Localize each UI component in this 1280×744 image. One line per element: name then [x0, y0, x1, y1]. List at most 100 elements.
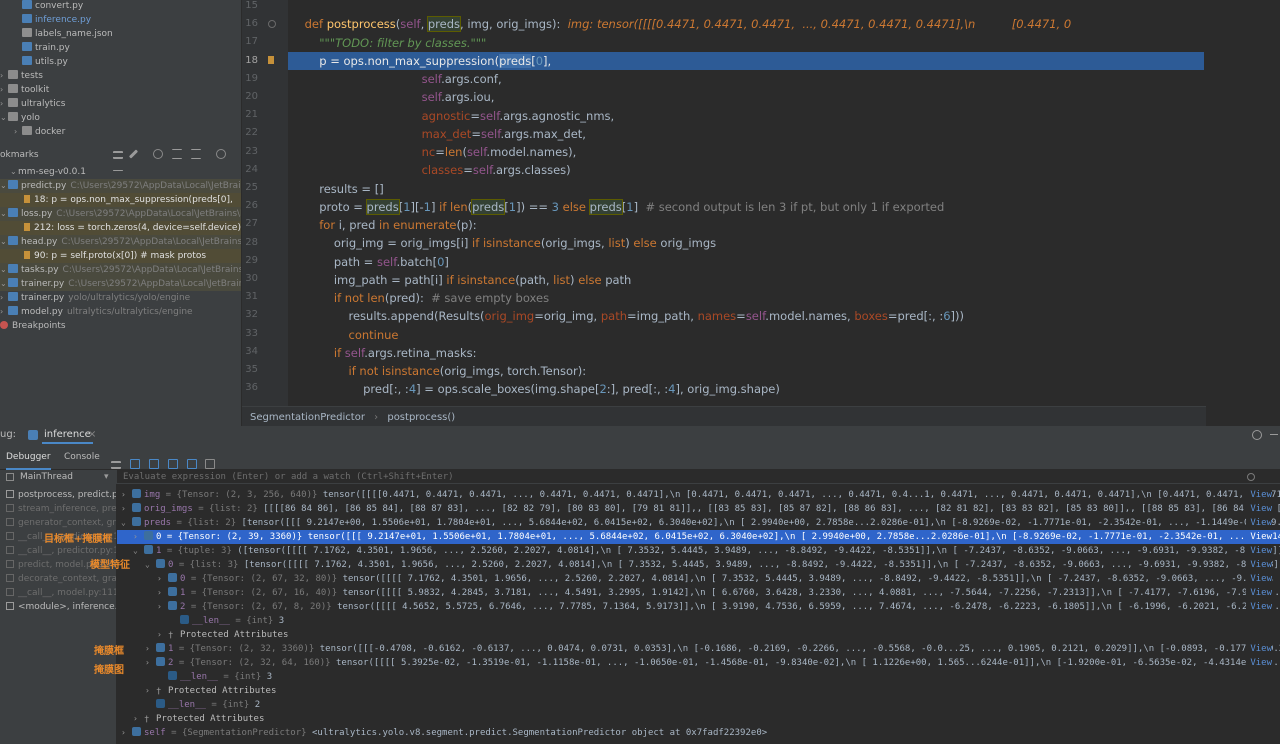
expand-arrow-icon[interactable]: › [145, 642, 153, 656]
expand-arrow-icon[interactable]: › [157, 572, 165, 586]
variable-row[interactable]: __len__ = {int} 3 [117, 670, 1280, 684]
variable-row[interactable]: __len__ = {int} 3 [117, 614, 1280, 628]
evaluate-bar[interactable]: Evaluate expression (Enter) or add a wat… [117, 470, 1280, 484]
variable-row[interactable]: ⌄ 1 = {tuple: 3} ([tensor([[[[ 7.1762, 4.… [117, 544, 1280, 558]
tree-item[interactable]: › docker [0, 125, 65, 139]
tree-item[interactable]: ⌄ yolo [0, 111, 40, 125]
step-into-icon[interactable] [148, 459, 159, 469]
variable-row[interactable]: ⌄ preds = {list: 2} [tensor([[[ 9.2147e+0… [117, 516, 1280, 530]
evaluate-input[interactable]: Evaluate expression (Enter) or add a wat… [123, 470, 454, 484]
chevron-right-icon[interactable]: › [0, 305, 8, 319]
tree-item[interactable]: convert.py [0, 0, 83, 13]
bookmark-item[interactable]: ⌄ trainer.py C:\Users\29572\AppData\Local\… [0, 277, 241, 291]
chevron-down-icon[interactable]: ⌄ [0, 263, 8, 277]
step-into-my-code-icon[interactable] [167, 459, 178, 469]
expand-arrow-icon[interactable]: ⌄ [133, 544, 141, 558]
step-out-icon[interactable] [186, 459, 197, 469]
view-link[interactable]: View [1246, 544, 1272, 558]
bookmark-item[interactable]: ⌄ tasks.py C:\Users\29572\AppData\Local\Je… [0, 263, 241, 277]
chevron-down-icon[interactable]: ⌄ [0, 235, 8, 249]
view-link[interactable]: View [1246, 642, 1272, 656]
bookmark-item[interactable]: › model.py ultralytics/ultralytics/engine [0, 305, 241, 319]
variable-row[interactable]: › 0 = {Tensor: (2, 67, 32, 80)} tensor([[… [117, 572, 1280, 586]
debug-session-tab[interactable]: inference [42, 426, 93, 444]
bookmark-item[interactable]: ⌄ head.py C:\Users\29572\AppData\Local\Jet… [0, 235, 241, 249]
variable-row[interactable]: › † Protected Attributes [117, 628, 1280, 642]
minimize-icon[interactable] [113, 170, 123, 171]
step-over-icon[interactable] [129, 459, 140, 469]
expand-arrow-icon[interactable]: › [157, 600, 165, 614]
bookmarks-tool-icons[interactable] [110, 147, 241, 179]
tree-arrow-icon[interactable]: ⌄ [0, 111, 8, 125]
view-link[interactable]: View [1246, 656, 1272, 670]
variable-row[interactable]: › 1 = {Tensor: (2, 67, 16, 40)} tensor([[… [117, 586, 1280, 600]
expand-arrow-icon[interactable]: › [157, 586, 165, 600]
variable-row[interactable]: › self = {SegmentationPredictor} <ultraly… [117, 726, 1280, 740]
view-link[interactable]: View [1246, 558, 1272, 572]
expand-arrow-icon[interactable]: › [145, 684, 153, 698]
stack-frame[interactable]: stream_inference, predi [0, 502, 116, 516]
tree-item[interactable]: utils.py [0, 55, 68, 69]
expand-arrow-icon[interactable]: › [121, 502, 129, 516]
editor-scrollbar[interactable] [1206, 0, 1280, 428]
variable-row[interactable]: › 0 = {Tensor: (2, 39, 3360)} tensor([[[ … [117, 530, 1280, 544]
expand-arrow-icon[interactable]: › [157, 628, 165, 642]
bookmark-flag-icon[interactable] [268, 56, 274, 64]
expand-arrow-icon[interactable]: › [133, 530, 141, 544]
view-link[interactable]: View [1246, 600, 1272, 614]
view-link[interactable]: View [1246, 516, 1272, 530]
stack-frame[interactable]: __call__, model.py:111 [0, 586, 116, 600]
evaluate-icon[interactable] [1247, 473, 1255, 481]
tree-arrow-icon[interactable]: › [0, 83, 8, 97]
run-to-cursor-icon[interactable] [205, 459, 216, 469]
thread-selector[interactable]: MainThread ▾ [0, 470, 117, 484]
view-link[interactable]: View [1246, 502, 1272, 516]
variable-row[interactable]: › † Protected Attributes [117, 684, 1280, 698]
tree-item[interactable]: labels_name.json [0, 27, 113, 41]
bookmarks-project-row[interactable]: ⌄mm-seg-v0.0.1 [0, 165, 86, 179]
bookmark-item[interactable]: Breakpoints [0, 319, 241, 333]
bookmark-item[interactable]: 90: p = self.proto(x[0]) # mask protos [0, 249, 241, 263]
list-view-icon[interactable] [111, 461, 121, 469]
variable-row[interactable]: › 2 = {Tensor: (2, 32, 64, 160)} tensor([… [117, 656, 1280, 670]
tree-item[interactable]: › toolkit [0, 83, 49, 97]
view-link[interactable]: View [1246, 572, 1272, 586]
expand-arrow-icon[interactable]: › [121, 726, 129, 740]
variable-row[interactable]: ⌄ 0 = {list: 3} [tensor([[[[ 7.1762, 4.35… [117, 558, 1280, 572]
stack-frame[interactable]: <module>, inference.py [0, 600, 116, 614]
variable-row[interactable]: › orig_imgs = {list: 2} [[[[86 84 86], [8… [117, 502, 1280, 516]
minimize-icon[interactable] [1270, 434, 1278, 435]
tree-arrow-icon[interactable]: › [0, 97, 8, 111]
expand-all-icon[interactable] [171, 149, 182, 159]
bookmark-item[interactable]: › trainer.py yolo/ultralytics/yolo/engine [0, 291, 241, 305]
tab-debugger[interactable]: Debugger [6, 444, 51, 470]
chevron-down-icon[interactable]: ⌄ [0, 277, 8, 291]
view-link[interactable]: View [1246, 530, 1272, 544]
variable-row[interactable]: __len__ = {int} 2 [117, 698, 1280, 712]
variable-row[interactable]: › † Protected Attributes [117, 712, 1280, 726]
tab-console[interactable]: Console [64, 444, 100, 470]
tree-item[interactable]: inference.py [0, 13, 91, 27]
tree-arrow-icon[interactable]: › [0, 69, 8, 83]
settings-gear-icon[interactable] [216, 149, 227, 159]
chevron-right-icon[interactable]: › [0, 291, 8, 305]
tree-item[interactable]: › tests [0, 69, 43, 83]
stack-frame[interactable]: decorate_context, grad_ [0, 572, 116, 586]
list-icon[interactable] [113, 151, 123, 159]
chevron-down-icon[interactable]: ⌄ [0, 179, 8, 193]
stack-frame[interactable]: generator_context, grad [0, 516, 116, 530]
breadcrumb-method[interactable]: postprocess() [387, 412, 455, 423]
expand-arrow-icon[interactable]: › [133, 712, 141, 726]
variable-row[interactable]: › 1 = {Tensor: (2, 32, 3360)} tensor([[[-… [117, 642, 1280, 656]
breadcrumb-class[interactable]: SegmentationPredictor [242, 412, 365, 423]
bookmark-item[interactable]: ⌄ predict.py C:\Users\29572\AppData\Local\… [0, 179, 241, 193]
bookmark-item[interactable]: 18: p = ops.non_max_suppression(preds[0]… [0, 193, 241, 207]
collapse-all-icon[interactable] [190, 149, 201, 159]
expand-arrow-icon[interactable]: › [145, 656, 153, 670]
chevron-down-icon[interactable]: ⌄ [0, 207, 8, 221]
tree-arrow-icon[interactable]: › [14, 125, 22, 139]
tree-item[interactable]: train.py [0, 41, 70, 55]
variable-row[interactable]: › img = {Tensor: (2, 3, 256, 640)} tensor… [117, 488, 1280, 502]
expand-arrow-icon[interactable]: › [121, 488, 129, 502]
target-icon[interactable] [152, 149, 163, 159]
